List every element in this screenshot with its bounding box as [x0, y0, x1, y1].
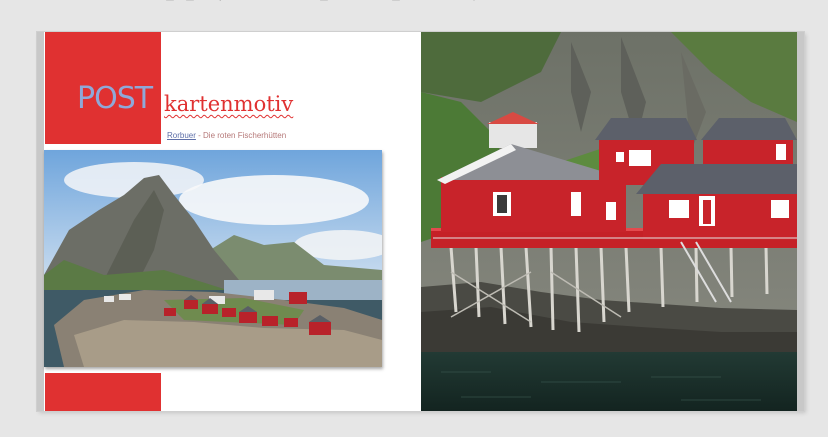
photo-red-fishing-huts[interactable] — [421, 32, 797, 411]
subtitle[interactable]: Rorbuer - Die roten Fischerhütten — [167, 131, 286, 140]
document-page: POST kartenmotiv Rorbuer - Die roten Fis… — [37, 32, 804, 411]
page-margin-left — [37, 32, 44, 411]
redo-icon[interactable]: ↷ — [254, 0, 266, 4]
toolbar: ▭ ▭ ↖ ↶ ↷ ▭ ▭ ▾ — [0, 0, 828, 10]
title-kartenmotiv[interactable]: kartenmotiv — [164, 91, 293, 117]
page-icon[interactable]: ▭ — [164, 0, 176, 4]
title-post[interactable]: POST — [77, 82, 153, 116]
dropdown-icon[interactable]: ▾ — [468, 0, 480, 4]
subtitle-link[interactable]: Rorbuer — [167, 131, 196, 140]
page-icon[interactable]: ▭ — [390, 0, 402, 4]
subtitle-text: - Die roten Fischerhütten — [195, 131, 287, 140]
red-decor-block-bottom — [45, 373, 161, 411]
photo-lofoten-landscape[interactable] — [44, 150, 382, 367]
page-margin-right — [797, 32, 804, 411]
page-icon[interactable]: ▭ — [318, 0, 330, 4]
undo-icon[interactable]: ↶ — [240, 0, 252, 4]
page-icon[interactable]: ▭ — [184, 0, 196, 4]
pointer-icon[interactable]: ↖ — [212, 0, 224, 4]
